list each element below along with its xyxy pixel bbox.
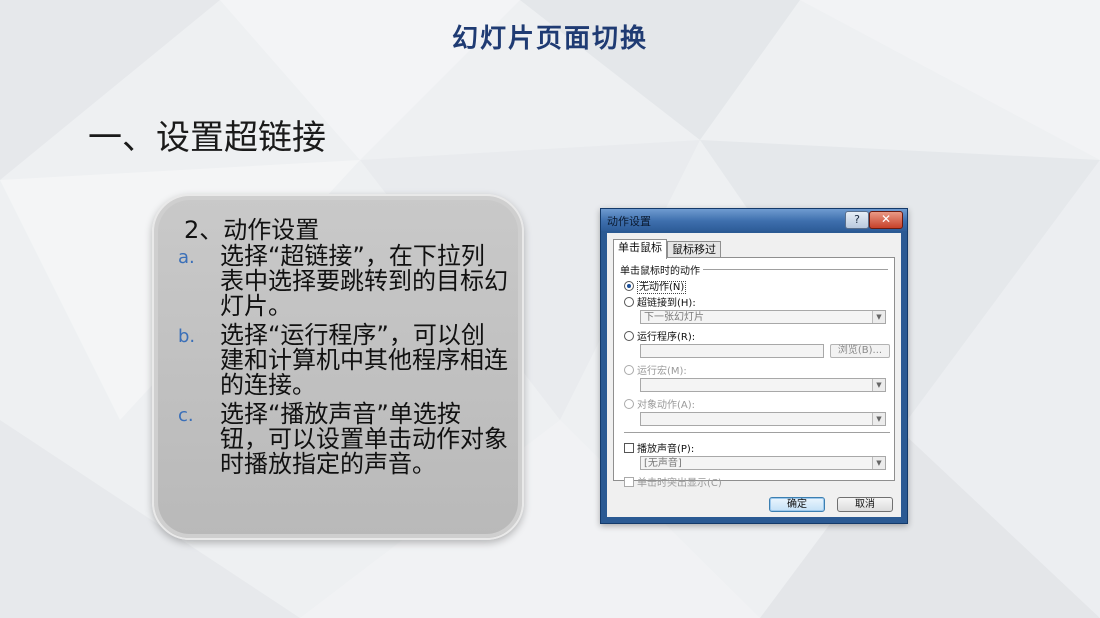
card-title: 2、动作设置 <box>184 216 320 244</box>
list-marker: b. <box>178 326 196 347</box>
radio-label: 运行程序(R): <box>637 332 696 343</box>
chevron-down-icon[interactable]: ▼ <box>872 379 885 391</box>
checkbox-icon <box>624 443 634 453</box>
sound-select-value: [无声音] <box>644 458 682 469</box>
action-settings-dialog: 动作设置 ? ✕ 单击鼠标 鼠标移过 单击鼠标时的动作 无动作(N) 超链接到(… <box>600 208 908 524</box>
list-item-text: 选择“播放声音”单选按钮，可以设置单击动作对象时播放指定的声音。 <box>220 400 508 478</box>
list-marker: c. <box>178 405 194 426</box>
list-item: a. 选择“超链接”，在下拉列表中选择要跳转到的目标幻灯片。 <box>178 244 508 319</box>
radio-label: 无动作(N) <box>637 281 687 294</box>
checkbox-label: 播放声音(P): <box>637 444 695 455</box>
list-item-text: 选择“运行程序”，可以创建和计算机中其他程序相连的连接。 <box>220 321 508 399</box>
dialog-body: 单击鼠标 鼠标移过 单击鼠标时的动作 无动作(N) 超链接到(H): 下一张幻灯… <box>607 233 901 517</box>
section-heading: 一、设置超链接 <box>88 118 326 158</box>
highlight-click-checkbox[interactable]: 单击时突出显示(C) <box>624 474 722 489</box>
radio-run-program[interactable]: 运行程序(R): <box>624 328 695 343</box>
list-item: b. 选择“运行程序”，可以创建和计算机中其他程序相连的连接。 <box>178 323 508 398</box>
radio-label: 对象动作(A): <box>637 400 696 411</box>
hyperlink-select-value: 下一张幻灯片 <box>644 312 704 323</box>
section-divider <box>624 432 890 433</box>
group-label: 单击鼠标时的动作 <box>620 262 703 277</box>
radio-icon <box>624 331 634 341</box>
close-button[interactable]: ✕ <box>869 211 903 229</box>
dialog-title: 动作设置 <box>607 215 651 228</box>
radio-icon <box>624 365 634 375</box>
chevron-down-icon[interactable]: ▼ <box>872 311 885 323</box>
group-divider <box>702 269 888 270</box>
object-action-select[interactable]: ▼ <box>640 412 886 426</box>
radio-icon <box>624 297 634 307</box>
radio-object-action[interactable]: 对象动作(A): <box>624 396 695 411</box>
hyperlink-select[interactable]: 下一张幻灯片 ▼ <box>640 310 886 324</box>
list-item: c. 选择“播放声音”单选按钮，可以设置单击动作对象时播放指定的声音。 <box>178 402 508 477</box>
chevron-down-icon[interactable]: ▼ <box>872 413 885 425</box>
tab-mouse-click[interactable]: 单击鼠标 <box>613 239 667 259</box>
radio-checked-icon <box>624 281 634 291</box>
macro-select[interactable]: ▼ <box>640 378 886 392</box>
dialog-titlebar[interactable]: 动作设置 ? ✕ <box>601 209 907 231</box>
card-list: a. 选择“超链接”，在下拉列表中选择要跳转到的目标幻灯片。 b. 选择“运行程… <box>178 244 508 481</box>
sound-select[interactable]: [无声音] ▼ <box>640 456 886 470</box>
radio-run-macro[interactable]: 运行宏(M): <box>624 362 687 377</box>
slide-title: 幻灯片页面切换 <box>451 24 648 54</box>
cancel-button[interactable]: 取消 <box>837 497 893 512</box>
radio-icon <box>624 399 634 409</box>
tab-panel: 单击鼠标时的动作 无动作(N) 超链接到(H): 下一张幻灯片 ▼ 运行程序(R… <box>613 257 895 489</box>
browse-button[interactable]: 浏览(B)... <box>830 344 890 358</box>
radio-no-action[interactable]: 无动作(N) <box>624 278 687 294</box>
play-sound-checkbox[interactable]: 播放声音(P): <box>624 440 694 455</box>
radio-hyperlink[interactable]: 超链接到(H): <box>624 294 696 309</box>
action-settings-card: 2、动作设置 a. 选择“超链接”，在下拉列表中选择要跳转到的目标幻灯片。 b.… <box>152 194 524 540</box>
checkbox-icon <box>624 477 634 487</box>
radio-label: 超链接到(H): <box>637 298 696 309</box>
list-item-text: 选择“超链接”，在下拉列表中选择要跳转到的目标幻灯片。 <box>220 242 508 320</box>
help-button[interactable]: ? <box>845 211 869 229</box>
checkbox-label: 单击时突出显示(C) <box>637 478 722 489</box>
list-marker: a. <box>178 247 195 268</box>
chevron-down-icon[interactable]: ▼ <box>872 457 885 469</box>
radio-label: 运行宏(M): <box>637 366 687 377</box>
ok-button[interactable]: 确定 <box>769 497 825 512</box>
program-path-input[interactable] <box>640 344 824 358</box>
